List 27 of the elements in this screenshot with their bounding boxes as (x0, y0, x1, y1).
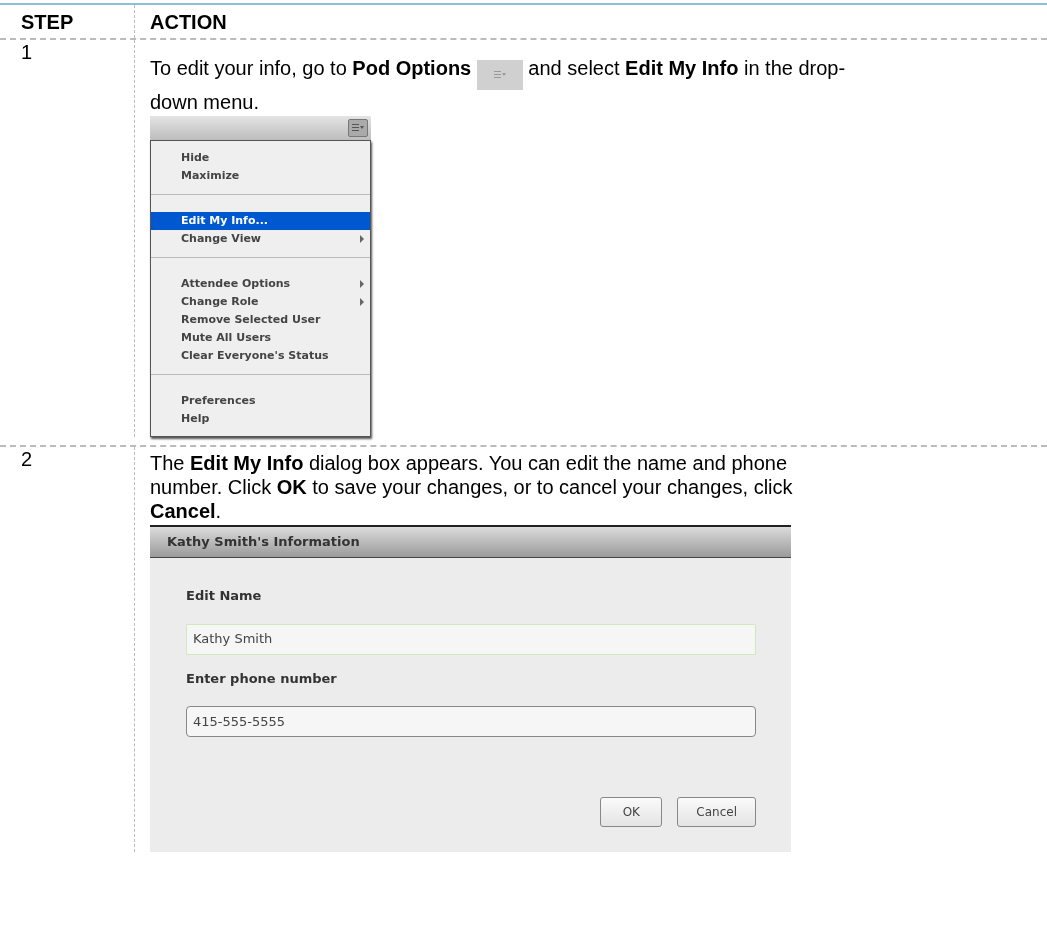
menu-item[interactable]: Help (151, 410, 370, 428)
menu-item[interactable]: Attendee Options (151, 275, 370, 293)
dialog-button[interactable]: OK (600, 797, 663, 827)
dialog-title: Kathy Smith's Information (150, 525, 791, 558)
input-field[interactable]: Kathy Smith (186, 623, 756, 655)
column-header: STEP (21, 9, 74, 35)
menu-item[interactable]: Edit My Info... (151, 212, 370, 230)
menu-item[interactable]: Hide (151, 149, 370, 167)
instruction-text: The Edit My Info dialog box appears. You can edit the name and phone number. Click OK to save your changes, or to cancel your changes, click Cancel. (150, 451, 794, 523)
menu-item[interactable]: Change View (151, 230, 370, 248)
step-number: 1 (21, 40, 33, 64)
step-number: 2 (21, 447, 33, 471)
menu-item[interactable]: Maximize (151, 167, 370, 185)
column-header: ACTION (150, 10, 227, 33)
instruction-text: To edit your info, go to Pod Options and select Edit My Info in the drop-down menu. (150, 56, 847, 114)
pod-options-button[interactable] (348, 119, 368, 137)
dialog-button[interactable]: Cancel (677, 797, 756, 827)
field-label: Edit Name (186, 587, 262, 605)
menu-item[interactable]: Mute All Users (151, 329, 370, 347)
input-field[interactable]: 415-555-5555 (186, 706, 756, 737)
menu-item[interactable]: Preferences (151, 392, 370, 410)
field-label: Enter phone number (186, 669, 337, 688)
menu-icon (352, 124, 364, 132)
menu-icon (493, 71, 506, 79)
menu-item[interactable]: Clear Everyone's Status (151, 347, 370, 365)
menu-item[interactable]: Remove Selected User (151, 311, 370, 329)
menu-item[interactable]: Change Role (151, 293, 370, 311)
